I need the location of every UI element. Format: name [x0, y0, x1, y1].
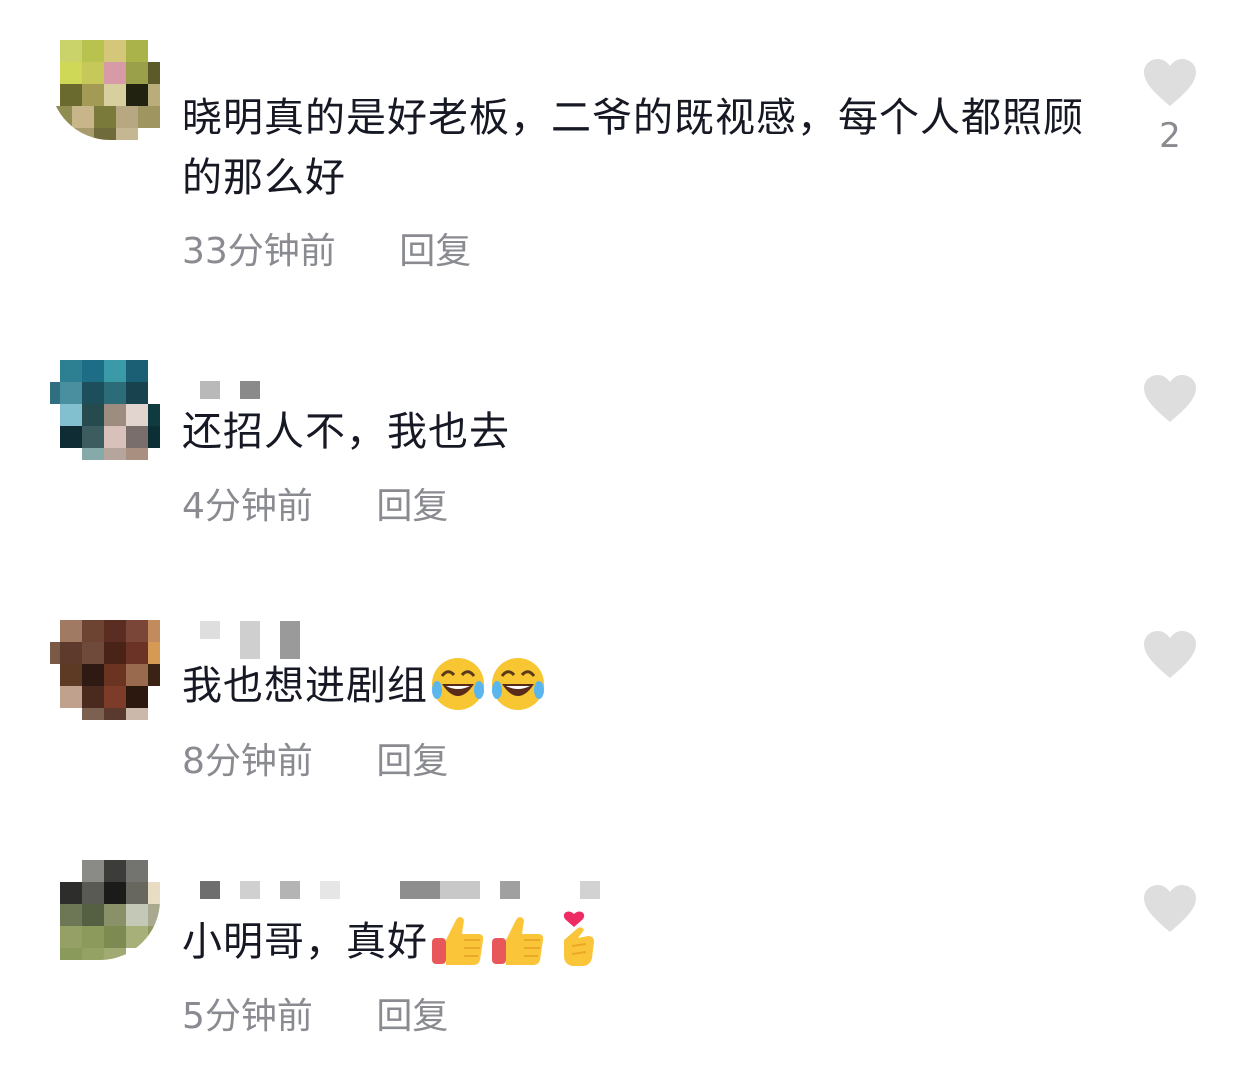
comment-text: 我也想进剧组	[182, 656, 1102, 716]
comment-time: 5分钟前	[182, 996, 313, 1037]
comment-time: 8分钟前	[182, 741, 313, 782]
avatar[interactable]	[50, 40, 160, 140]
comment-meta: 33分钟前 回复	[182, 230, 471, 274]
avatar[interactable]	[50, 860, 160, 960]
comment-text-content: 还招人不，我也去	[182, 409, 510, 455]
like-count: 2	[1159, 116, 1181, 156]
avatar[interactable]	[50, 360, 160, 460]
reply-button[interactable]: 回复	[376, 995, 448, 1039]
thumbs-up-emoji	[432, 917, 484, 965]
comment-time: 4分钟前	[182, 486, 313, 527]
heart-icon	[1144, 631, 1196, 678]
like-button[interactable]: 2	[1142, 58, 1198, 156]
comment-text-content: 晓明真的是好老板，二爷的既视感，每个人都照顾的那么好	[182, 95, 1084, 201]
heart-icon	[1144, 375, 1196, 422]
like-button[interactable]	[1142, 884, 1198, 942]
comment-meta: 5分钟前 回复	[182, 995, 448, 1039]
heart-icon	[1144, 885, 1196, 932]
laughing-crying-emoji	[432, 658, 484, 710]
like-button[interactable]	[1142, 630, 1198, 688]
reply-button[interactable]: 回复	[399, 230, 471, 274]
comment-time: 33分钟前	[182, 231, 336, 272]
comment-meta: 8分钟前 回复	[182, 740, 448, 784]
comment-text: 还招人不，我也去	[182, 402, 1102, 462]
reply-button[interactable]: 回复	[376, 485, 448, 529]
laughing-crying-emoji	[492, 658, 544, 710]
comment-text: 小明哥，真好	[182, 911, 1102, 972]
comment-text-content: 小明哥，真好	[182, 919, 428, 965]
comment-text-content: 我也想进剧组	[182, 663, 428, 709]
heart-icon	[1144, 59, 1196, 106]
comment-text: 晓明真的是好老板，二爷的既视感，每个人都照顾的那么好	[182, 88, 1102, 208]
like-button[interactable]	[1142, 374, 1198, 432]
comment-meta: 4分钟前 回复	[182, 485, 448, 529]
finger-heart-emoji	[563, 911, 594, 966]
thumbs-up-emoji	[492, 917, 544, 965]
avatar[interactable]	[50, 620, 160, 720]
reply-button[interactable]: 回复	[376, 740, 448, 784]
